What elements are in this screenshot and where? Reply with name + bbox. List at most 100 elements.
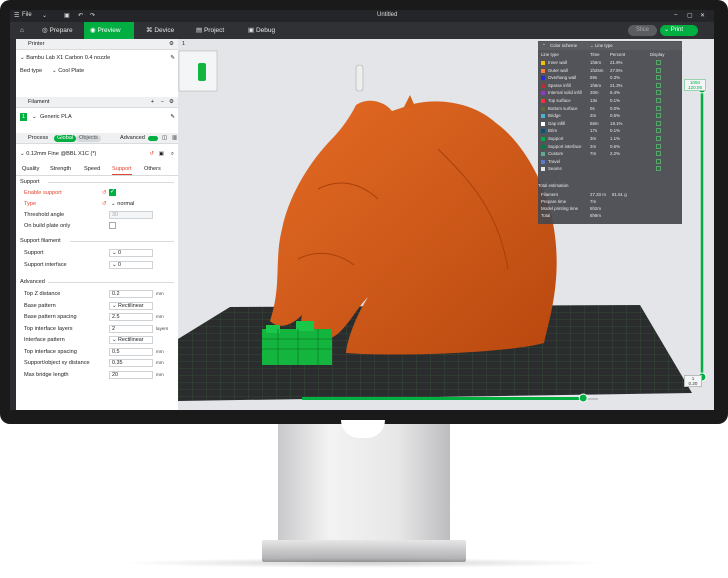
legend-display-checkbox[interactable] bbox=[656, 60, 661, 65]
slice-button[interactable]: Slice bbox=[628, 25, 658, 36]
legend-display-checkbox[interactable] bbox=[656, 143, 661, 149]
menu-icon[interactable]: ☰ bbox=[14, 12, 19, 19]
reset-icon[interactable]: ↺ bbox=[102, 199, 107, 209]
legend-name: Bridge bbox=[548, 113, 561, 119]
legend-display-checkbox[interactable] bbox=[656, 67, 661, 73]
reset-icon[interactable]: ↺ bbox=[149, 149, 154, 159]
legend-name: Travel bbox=[548, 158, 561, 164]
advanced-setting-input[interactable]: 2.5 bbox=[109, 313, 153, 321]
advanced-setting-input[interactable]: 0.35 bbox=[109, 359, 153, 367]
legend-display-checkbox[interactable] bbox=[656, 128, 661, 134]
build-plate-only-label: On build plate only bbox=[24, 223, 71, 229]
process-profile-name: 0.12mm Fine @BBL X1C (*) bbox=[26, 151, 97, 157]
divider bbox=[70, 241, 174, 242]
tab-project[interactable]: ▤ Project bbox=[190, 22, 230, 39]
legend-display-checkbox[interactable] bbox=[656, 158, 661, 164]
chevron-up-icon[interactable]: ⌃ bbox=[542, 42, 546, 49]
advanced-setting-value: 2.5 bbox=[112, 314, 120, 320]
bed-type-select[interactable]: ⌄ Cool Plate bbox=[52, 66, 84, 76]
header-display: Display bbox=[650, 52, 665, 57]
legend-display-checkbox[interactable] bbox=[656, 151, 661, 157]
legend-time: 1h25m bbox=[590, 67, 604, 73]
save-icon[interactable]: ▣ bbox=[159, 149, 164, 159]
header-percent: Percent bbox=[610, 52, 626, 57]
build-plate-only-checkbox[interactable] bbox=[109, 222, 116, 229]
prepare-time-row: Prepare time 7m bbox=[538, 198, 682, 205]
tab-strength[interactable]: Strength bbox=[50, 164, 71, 174]
legend-display-checkbox[interactable] bbox=[656, 105, 661, 111]
advanced-setting-input[interactable]: 2 bbox=[109, 324, 153, 333]
horizontal-slider-handle[interactable] bbox=[578, 393, 588, 403]
gear-icon[interactable]: ⚙ bbox=[169, 97, 174, 108]
print-button[interactable]: ⌄ Print bbox=[660, 25, 698, 36]
file-menu[interactable]: File bbox=[22, 12, 32, 18]
color-scheme-value: Line type bbox=[594, 43, 613, 48]
color-scheme-select[interactable]: ⌄ Line type bbox=[590, 42, 613, 49]
delete-icon[interactable]: ▥ bbox=[172, 133, 177, 144]
save-icon[interactable]: ▣ bbox=[64, 12, 70, 19]
advanced-setting-input[interactable]: 20 bbox=[109, 370, 153, 379]
advanced-switch[interactable] bbox=[148, 136, 158, 141]
edit-icon[interactable]: ✎ bbox=[170, 112, 175, 122]
nozzle-marker bbox=[355, 64, 364, 92]
legend-color-swatch bbox=[541, 106, 545, 111]
reset-icon[interactable]: ↺ bbox=[102, 188, 107, 198]
legend-display-checkbox[interactable] bbox=[656, 120, 661, 126]
tab-preview[interactable]: ◉ Preview bbox=[84, 22, 134, 39]
tab-support[interactable]: Support bbox=[112, 164, 132, 175]
filament-slot-badge: 1 bbox=[20, 113, 27, 121]
tab-prepare[interactable]: ◎ Prepare bbox=[36, 22, 79, 39]
chevron-down-icon[interactable]: ⌄ bbox=[42, 12, 47, 19]
advanced-setting-unit: mm bbox=[156, 371, 164, 377]
legend-display-checkbox[interactable] bbox=[656, 113, 661, 119]
tab-others[interactable]: Others bbox=[144, 164, 161, 174]
layer-top-height: 120.06 bbox=[687, 85, 703, 90]
shadow bbox=[120, 558, 608, 568]
tab-quality[interactable]: Quality bbox=[22, 164, 39, 174]
advanced-setting-input[interactable]: 0.5 bbox=[109, 347, 153, 356]
advanced-setting-input[interactable]: 0.2 bbox=[109, 290, 153, 298]
advanced-setting-input[interactable]: ⌄ Rectilinear bbox=[109, 301, 153, 310]
advanced-group-title: Advanced bbox=[20, 279, 45, 285]
support-filament-select[interactable]: ⌄ 0 bbox=[109, 249, 153, 257]
redo-icon[interactable]: ↷ bbox=[90, 12, 95, 19]
enable-support-checkbox[interactable]: ✓ bbox=[109, 189, 116, 196]
filament-section-header: Filament + − ⚙ bbox=[16, 97, 178, 108]
advanced-setting-input[interactable]: ⌄ Rectilinear bbox=[109, 336, 153, 344]
support-type-select[interactable]: ⌄ normal bbox=[111, 199, 134, 209]
legend-display-checkbox[interactable] bbox=[656, 82, 661, 88]
objects-toggle[interactable]: Objects bbox=[76, 135, 101, 142]
legend-display-checkbox[interactable] bbox=[656, 98, 661, 103]
global-toggle[interactable]: Global bbox=[54, 135, 77, 142]
maximize-icon[interactable]: ▢ bbox=[687, 12, 693, 19]
plate-thumbnail-model bbox=[198, 63, 206, 81]
edit-icon[interactable]: ✎ bbox=[170, 53, 175, 63]
monitor-frame: ☰ File ⌄ ▣ ↶ ↷ Untitled – ▢ ✕ ⌂ ◎ Prepar… bbox=[0, 0, 728, 424]
close-icon[interactable]: ✕ bbox=[700, 12, 705, 19]
remove-icon[interactable]: − bbox=[161, 97, 164, 108]
tab-device[interactable]: ⌘ Device bbox=[140, 22, 180, 39]
support-interface-filament-select[interactable]: ⌄ 0 bbox=[109, 261, 153, 269]
tab-speed[interactable]: Speed bbox=[84, 164, 100, 174]
add-icon[interactable]: + bbox=[151, 97, 154, 108]
legend-time: 59s bbox=[590, 75, 598, 81]
advanced-setting-unit: mm bbox=[156, 314, 164, 319]
legend-display-checkbox[interactable] bbox=[656, 90, 661, 96]
legend-display-checkbox[interactable] bbox=[656, 166, 661, 172]
support-interface-filament-label: Support interface bbox=[24, 262, 67, 268]
gear-icon[interactable]: ⚙ bbox=[169, 39, 174, 50]
tab-debug[interactable]: ▣ Debug bbox=[242, 22, 281, 39]
filament-selector[interactable]: 1 ⌄ Generic PLA ✎ bbox=[16, 112, 178, 122]
home-icon[interactable]: ⌂ bbox=[14, 22, 30, 39]
legend-name: Bottom surface bbox=[548, 105, 578, 111]
minimize-icon[interactable]: – bbox=[674, 12, 677, 18]
process-profile-selector[interactable]: ⌄ 0.12mm Fine @BBL X1C (*) ↺ ▣ ⌕ bbox=[16, 149, 178, 159]
search-icon[interactable]: ⌕ bbox=[171, 149, 174, 159]
printer-selector[interactable]: ⌄ Bambu Lab X1 Carbon 0.4 nozzle ✎ bbox=[16, 53, 178, 63]
compare-icon[interactable]: ◫ bbox=[162, 133, 167, 144]
threshold-angle-input[interactable]: 30 bbox=[109, 211, 153, 219]
legend-name: Overhang wall bbox=[548, 75, 577, 81]
undo-icon[interactable]: ↶ bbox=[78, 12, 83, 19]
legend-display-checkbox[interactable] bbox=[656, 75, 661, 81]
legend-display-checkbox[interactable] bbox=[656, 136, 661, 141]
